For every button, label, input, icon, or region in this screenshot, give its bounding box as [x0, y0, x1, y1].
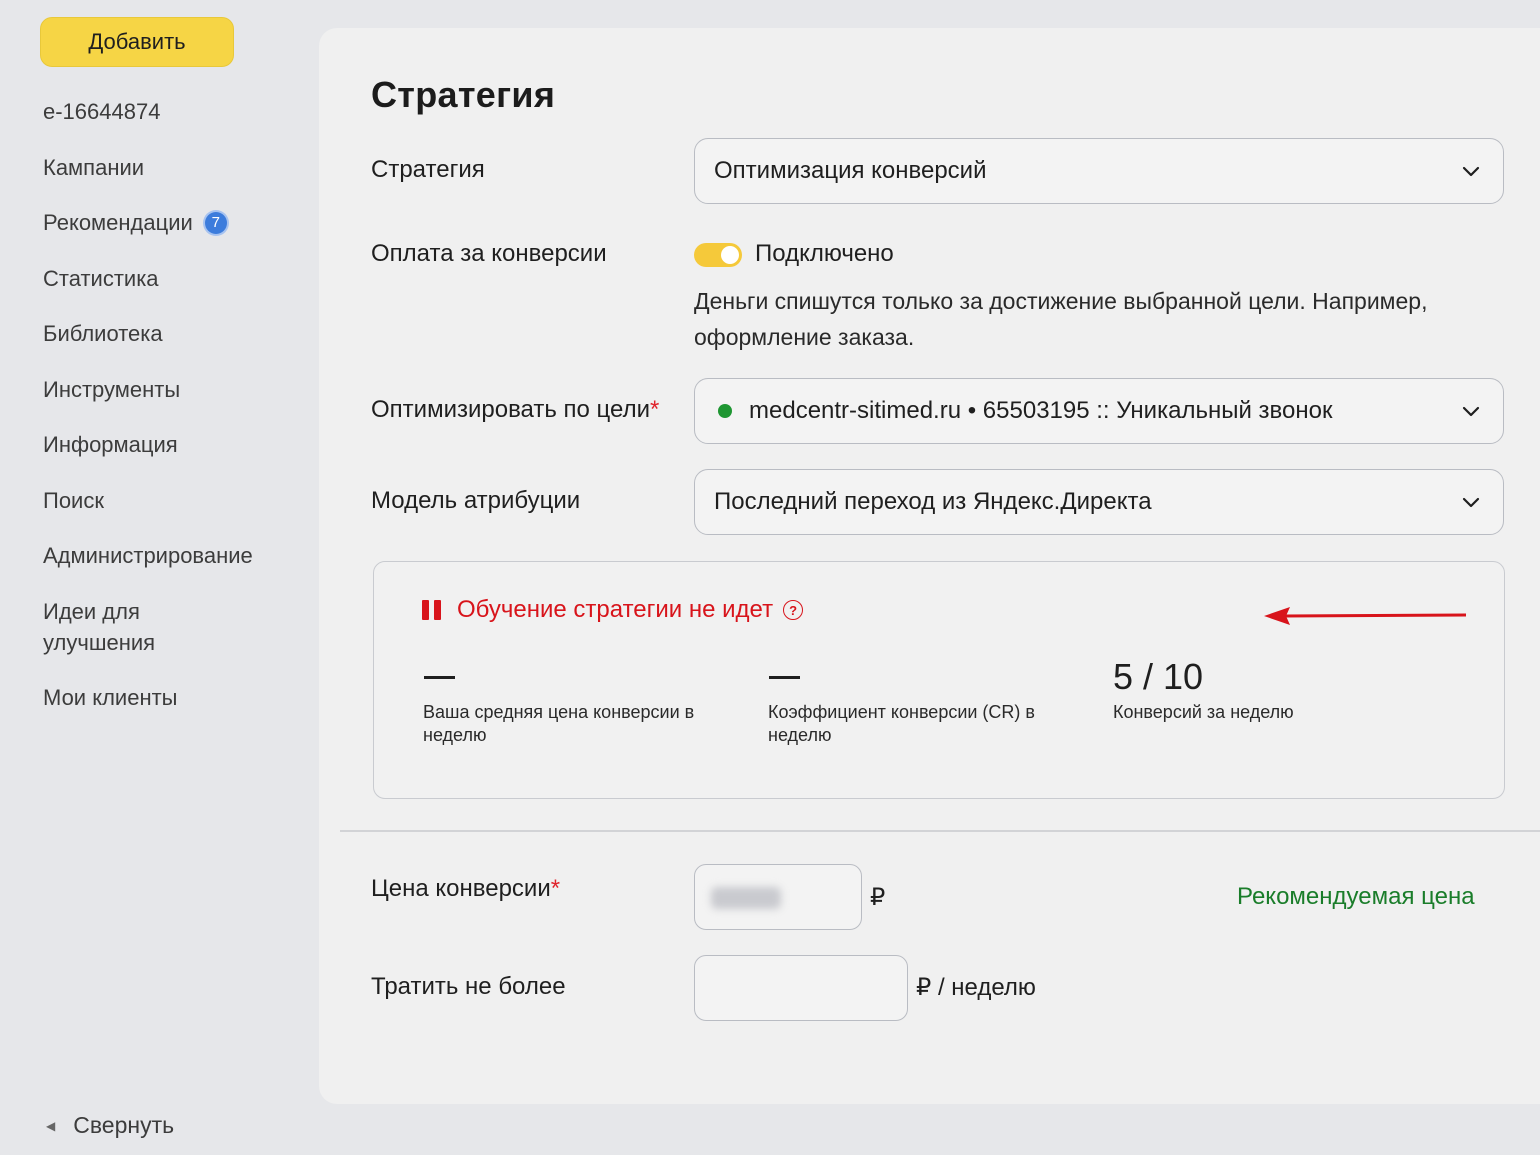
- metric-caption: Коэффициент конверсии (CR) в неделю: [768, 702, 1035, 745]
- sidebar-item-account[interactable]: e-16644874: [43, 96, 303, 127]
- add-button[interactable]: Добавить: [40, 17, 234, 67]
- sidebar-nav: e-16644874 Кампании Рекомендации 7 Статис…: [43, 96, 303, 738]
- section-divider: [340, 830, 1540, 832]
- page-title: Стратегия: [371, 74, 556, 115]
- metric-empty-dash: [769, 676, 800, 679]
- pause-icon: [422, 600, 441, 620]
- metric-caption: Конверсий за неделю: [1113, 702, 1294, 722]
- attribution-label: Модель атрибуции: [371, 487, 581, 514]
- learning-status-text: Обучение стратегии не идет: [457, 596, 774, 623]
- metric-value: 5 / 10: [1113, 656, 1204, 697]
- sidebar-item-label: Информация: [43, 432, 178, 457]
- pay-for-conversions-hint: Деньги спишутся только за достижение выб…: [694, 288, 1428, 350]
- sidebar: Добавить e-16644874 Кампании Рекомендаци…: [0, 0, 320, 1155]
- attribution-select[interactable]: Последний переход из Яндекс.Директа: [694, 469, 1504, 535]
- recommended-price-link[interactable]: Рекомендуемая цена: [1237, 883, 1475, 911]
- currency-unit: ₽: [870, 884, 886, 911]
- spend-limit-input[interactable]: [694, 955, 908, 1021]
- sidebar-item-ideas[interactable]: Идеи для улучшения: [43, 596, 193, 658]
- sidebar-item-campaigns[interactable]: Кампании: [43, 152, 303, 183]
- sidebar-item-label: Администрирование: [43, 543, 253, 568]
- sidebar-item-label: Инструменты: [43, 376, 181, 402]
- metric-empty-dash: [424, 676, 455, 679]
- strategy-label: Стратегия: [371, 156, 485, 183]
- count-badge: 7: [204, 211, 227, 234]
- triangle-left-icon: ◀: [46, 1118, 56, 1133]
- required-mark: *: [650, 396, 660, 423]
- attribution-value: Последний переход из Яндекс.Директа: [714, 488, 1152, 515]
- toggle-knob: [721, 246, 739, 264]
- collapse-label: Свернуть: [73, 1112, 175, 1138]
- metric-caption: Ваша средняя цена конверсии в неделю: [423, 702, 695, 745]
- conversion-price-label-text: Цена конверсии: [371, 875, 551, 902]
- chevron-down-icon: [1462, 406, 1480, 417]
- conversion-price-input[interactable]: [694, 864, 862, 930]
- blurred-price-value: [711, 887, 781, 909]
- sidebar-item-search[interactable]: Поиск: [43, 485, 303, 516]
- sidebar-item-label: Рекомендации: [43, 210, 193, 235]
- sidebar-item-label: Идеи для улучшения: [43, 598, 156, 655]
- goal-select[interactable]: medcentr-sitimed.ru • 65503195 :: Уникал…: [694, 378, 1504, 444]
- required-mark: *: [550, 875, 561, 902]
- conversion-price-label: Цена конверсии*: [371, 875, 560, 903]
- collapse-sidebar-button[interactable]: ◀ Свернуть: [46, 1112, 174, 1139]
- learning-status: Обучение стратегии не идет ?: [422, 596, 804, 624]
- sidebar-item-my-clients[interactable]: Мои клиенты: [43, 682, 303, 713]
- sidebar-item-label: Поиск: [43, 487, 104, 513]
- sidebar-item-library[interactable]: Библиотека: [43, 318, 303, 349]
- goal-label-text: Оптимизировать по цели: [371, 396, 650, 423]
- goal-value: medcentr-sitimed.ru • 65503195 :: Уникал…: [749, 397, 1333, 424]
- sidebar-item-label: Мои клиенты: [43, 685, 178, 710]
- sidebar-item-label: Библиотека: [43, 321, 163, 346]
- help-icon[interactable]: ?: [783, 600, 804, 620]
- strategy-value: Оптимизация конверсий: [714, 157, 987, 184]
- goal-label: Оптимизировать по цели*: [371, 396, 659, 424]
- sidebar-item-label: e-16644874: [43, 99, 161, 124]
- spend-limit-label: Тратить не более: [371, 973, 566, 1000]
- sidebar-item-information[interactable]: Информация: [43, 429, 303, 460]
- pay-for-conversions-toggle[interactable]: [694, 243, 742, 267]
- arrow-left-icon: [1264, 607, 1467, 625]
- sidebar-item-administration[interactable]: Администрирование: [43, 540, 303, 571]
- status-dot-icon: [718, 404, 732, 418]
- sidebar-item-label: Кампании: [43, 154, 145, 180]
- sidebar-item-statistics[interactable]: Статистика: [43, 263, 303, 294]
- chevron-down-icon: [1462, 166, 1480, 177]
- spend-limit-unit: ₽ / неделю: [916, 974, 1036, 1001]
- sidebar-item-recommendations[interactable]: Рекомендации 7: [43, 207, 303, 238]
- pay-for-conversions-label: Оплата за конверсии: [371, 240, 607, 267]
- chevron-down-icon: [1462, 497, 1480, 508]
- sidebar-item-label: Статистика: [43, 265, 159, 291]
- toggle-state-label: Подключено: [755, 240, 894, 267]
- sidebar-item-tools[interactable]: Инструменты: [43, 374, 303, 405]
- strategy-select[interactable]: Оптимизация конверсий: [694, 138, 1504, 204]
